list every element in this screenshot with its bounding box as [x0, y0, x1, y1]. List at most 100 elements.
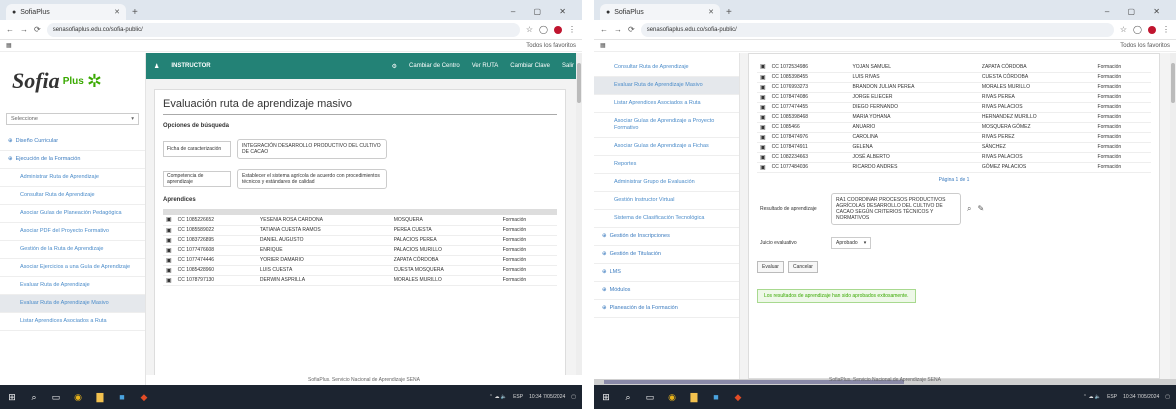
topbar-view-route[interactable]: Ver RUTA — [472, 63, 499, 70]
row-checkbox-icon[interactable]: ▣ — [163, 235, 175, 246]
search-icon[interactable]: ⌕ — [967, 204, 971, 214]
sidebar-item[interactable]: Asociar PDF del Proyecto Formativo — [0, 223, 145, 241]
topbar-change-center[interactable]: Cambiar de Centro — [409, 63, 460, 70]
row-checkbox-icon[interactable]: ▣ — [757, 82, 769, 93]
pagination[interactable]: Página 1 de 1 — [757, 177, 1151, 183]
row-checkbox-icon[interactable]: ▣ — [163, 265, 175, 276]
sidebar-item[interactable]: Evaluar Ruta de Aprendizaje Masivo — [594, 77, 739, 95]
forward-icon[interactable]: → — [20, 25, 28, 34]
chrome-icon[interactable]: ◉ — [72, 391, 84, 403]
task-view-icon[interactable]: ▭ — [50, 391, 62, 403]
back-icon[interactable]: ← — [6, 25, 14, 34]
task-view-icon[interactable]: ▭ — [644, 391, 656, 403]
windows-icon[interactable]: ⊞ — [6, 391, 18, 403]
back-icon[interactable]: ← — [600, 25, 608, 34]
explorer-icon[interactable]: ▇ — [688, 391, 700, 403]
sidebar-item[interactable]: Asociar Guías de Planeación Pedagógica — [0, 205, 145, 223]
window-controls[interactable]: – ▢ ✕ — [1105, 7, 1176, 16]
row-checkbox-icon[interactable]: ▣ — [757, 162, 769, 173]
juicio-select[interactable]: Aprobado ▾ — [831, 236, 872, 249]
browser-tab[interactable]: ● SofiaPlus ✕ — [6, 4, 126, 20]
row-checkbox-icon[interactable]: ▣ — [757, 132, 769, 143]
settings-icon[interactable]: ⚙ — [392, 63, 397, 70]
row-checkbox-icon[interactable]: ▣ — [163, 215, 175, 226]
star-icon[interactable]: ☆ — [526, 25, 533, 34]
menu-icon[interactable]: ⋮ — [1162, 25, 1170, 34]
row-checkbox-icon[interactable]: ▣ — [163, 255, 175, 266]
all-bookmarks-link[interactable]: Todos los favoritos — [526, 43, 576, 49]
sidebar-item[interactable]: Evaluar Ruta de Aprendizaje Masivo — [0, 295, 145, 313]
row-checkbox-icon[interactable]: ▣ — [757, 152, 769, 163]
topbar-logout[interactable]: Salir — [562, 63, 574, 70]
clock[interactable]: 10:34 7/05/2024 — [1123, 394, 1159, 400]
window-controls[interactable]: – ▢ ✕ — [511, 7, 582, 16]
address-bar[interactable]: senasofiaplus.edu.co/sofia-public/ — [46, 22, 520, 37]
sidebar-item[interactable]: Administrar Grupo de Evaluación — [594, 174, 739, 192]
all-bookmarks-link[interactable]: Todos los favoritos — [1120, 43, 1170, 49]
competencia-field[interactable]: Establecer el sistema agrícola de acuerd… — [237, 169, 387, 189]
address-bar[interactable]: senasofiaplus.edu.co/sofia-public/ — [640, 22, 1114, 37]
sidebar-item[interactable]: ⊕ Gestión de Titulación — [594, 246, 739, 264]
windows-icon[interactable]: ⊞ — [600, 391, 612, 403]
role-select[interactable]: Seleccione ▾ — [6, 113, 139, 125]
sidebar-item[interactable]: Evaluar Ruta de Aprendizaje — [0, 277, 145, 295]
language-indicator[interactable]: ESP — [1107, 394, 1117, 400]
browser-tab[interactable]: ● SofiaPlus ✕ — [600, 4, 720, 20]
row-checkbox-icon[interactable]: ▣ — [757, 92, 769, 103]
row-checkbox-icon[interactable]: ▣ — [757, 142, 769, 153]
sidebar-item[interactable]: Gestión Instructor Virtual — [594, 192, 739, 210]
sidebar-item[interactable]: Consultar Ruta de Aprendizaje — [594, 59, 739, 77]
resultado-field[interactable]: RA1 COORDINAR PROCESOS PRODUCTIVOS AGRÍC… — [831, 192, 961, 225]
cancel-button[interactable]: Cancelar — [787, 260, 818, 273]
sidebar-item[interactable]: ⊕ Módulos — [594, 282, 739, 300]
record-icon[interactable] — [554, 25, 562, 34]
row-checkbox-icon[interactable]: ▣ — [757, 102, 769, 113]
sidebar-item[interactable]: Listar Aprendices Asociados a Ruta — [594, 95, 739, 113]
profile-icon[interactable]: ◯ — [539, 25, 548, 34]
app-icon[interactable]: ■ — [710, 391, 722, 403]
new-tab-icon[interactable]: + — [726, 7, 732, 18]
topbar-change-password[interactable]: Cambiar Clave — [510, 63, 550, 70]
menu-icon[interactable]: ⋮ — [568, 25, 576, 34]
sidebar-item[interactable]: Listar Aprendices Asociados a Ruta — [0, 313, 145, 331]
ficha-field[interactable]: INTEGRACIÓN DESARROLLO PRODUCTIVO DEL CU… — [237, 139, 387, 159]
language-indicator[interactable]: ESP — [513, 394, 523, 400]
clock[interactable]: 10:34 7/05/2024 — [529, 394, 565, 400]
reload-icon[interactable]: ⟳ — [34, 25, 41, 34]
apps-icon[interactable]: ▦ — [6, 42, 12, 49]
chrome-icon[interactable]: ◉ — [666, 391, 678, 403]
close-icon[interactable]: ✕ — [708, 8, 714, 16]
search-icon[interactable]: ⌕ — [28, 391, 40, 403]
row-checkbox-icon[interactable]: ▣ — [163, 275, 175, 286]
sidebar-item[interactable]: Consultar Ruta de Aprendizaje — [0, 187, 145, 205]
vertical-scrollbar[interactable] — [1170, 53, 1176, 379]
forward-icon[interactable]: → — [614, 25, 622, 34]
row-checkbox-icon[interactable]: ▣ — [163, 245, 175, 256]
row-checkbox-icon[interactable]: ▣ — [757, 122, 769, 133]
reload-icon[interactable]: ⟳ — [628, 25, 635, 34]
apps-icon[interactable]: ▦ — [600, 42, 606, 49]
vertical-scrollbar[interactable] — [576, 53, 582, 385]
row-checkbox-icon[interactable]: ▣ — [757, 112, 769, 123]
sidebar-item[interactable]: Reportes — [594, 156, 739, 174]
explorer-icon[interactable]: ▇ — [94, 391, 106, 403]
sidebar-item[interactable]: Asociar Guías de Aprendizaje a Fichas — [594, 138, 739, 156]
sidebar-item[interactable]: ⊕ LMS — [594, 264, 739, 282]
notifications-icon[interactable]: ▢ — [1165, 394, 1170, 400]
sidebar-item[interactable]: Asociar Ejercicios a una Guía de Aprendi… — [0, 259, 145, 277]
row-checkbox-icon[interactable]: ▣ — [757, 72, 769, 83]
evaluate-button[interactable]: Evaluar — [757, 260, 784, 273]
app-icon[interactable]: ■ — [116, 391, 128, 403]
new-tab-icon[interactable]: + — [132, 7, 138, 18]
sidebar-item[interactable]: ⊕ Diseño Curricular — [0, 133, 145, 151]
row-checkbox-icon[interactable]: ▣ — [757, 62, 769, 73]
tray-icons[interactable]: ⌃ ☁ 🔈 — [1083, 394, 1101, 400]
sidebar-item[interactable]: Sistema de Clasificación Tecnológica — [594, 210, 739, 228]
notifications-icon[interactable]: ▢ — [571, 394, 576, 400]
profile-icon[interactable]: ◯ — [1133, 25, 1142, 34]
search-icon[interactable]: ⌕ — [622, 391, 634, 403]
app-icon[interactable]: ◆ — [732, 391, 744, 403]
star-icon[interactable]: ☆ — [1120, 25, 1127, 34]
row-checkbox-icon[interactable]: ▣ — [163, 225, 175, 236]
tray-icons[interactable]: ⌃ ☁ 🔈 — [489, 394, 507, 400]
